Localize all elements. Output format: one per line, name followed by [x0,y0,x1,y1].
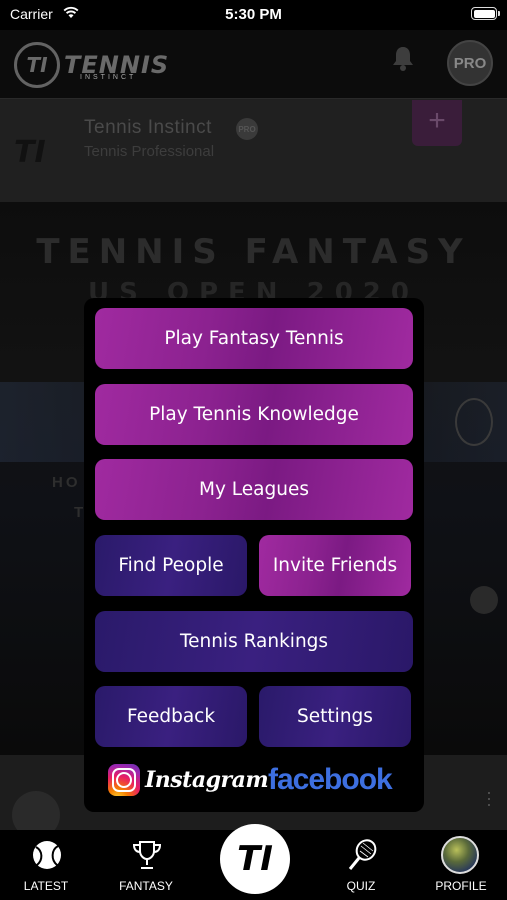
home-logo-button[interactable]: TI [220,824,290,894]
tab-latest-label: LATEST [23,879,69,893]
card-pro-badge: PRO [236,118,258,140]
play-knowledge-button[interactable]: Play Tennis Knowledge [95,384,413,445]
trophy-icon [132,841,162,869]
find-people-button[interactable]: Find People [95,535,247,596]
play-fantasy-button[interactable]: Play Fantasy Tennis [95,308,413,369]
app-logo[interactable]: TI TENNIS [14,42,169,88]
ball-image [470,586,498,614]
banner-title: TENNIS FANTASY [36,232,471,272]
racket-image [455,398,493,446]
clock: 5:30 PM [225,6,282,23]
logo-subtext: INSTINCT [80,74,137,81]
tab-bar: LATEST FANTASY TI QUIZ PROFILE [0,824,507,900]
banner-side-text: HO [52,474,81,491]
app-header: TI TENNIS INSTINCT PRO [0,30,507,98]
pro-badge-button[interactable]: PRO [447,40,493,86]
tennis-ball-icon [33,841,61,869]
tab-quiz-label: QUIZ [346,879,376,893]
settings-button[interactable]: Settings [259,686,411,747]
instagram-link[interactable]: Instagram [108,760,269,800]
tab-quiz[interactable]: QUIZ [316,830,406,900]
feedback-button[interactable]: Feedback [95,686,247,747]
my-leagues-button[interactable]: My Leagues [95,459,413,520]
more-icon[interactable]: · · · [486,783,492,813]
battery-icon [471,7,500,20]
tab-profile-label: PROFILE [435,879,487,893]
tab-fantasy[interactable]: FANTASY [101,830,191,900]
avatar [441,836,479,874]
status-bar: Carrier 5:30 PM [0,0,507,30]
instagram-label: Instagram [145,767,269,793]
tab-fantasy-label: FANTASY [119,879,173,893]
invite-friends-button[interactable]: Invite Friends [259,535,411,596]
logo-mark: TI [14,42,60,88]
tennis-rankings-button[interactable]: Tennis Rankings [95,611,413,672]
action-menu: Play Fantasy Tennis Play Tennis Knowledg… [84,298,424,812]
tab-profile[interactable]: PROFILE [416,830,506,900]
add-button[interactable]: + [412,100,462,146]
facebook-link[interactable]: facebook [268,760,393,800]
card-logo: TI [14,135,46,170]
bell-icon[interactable] [390,44,416,72]
racket-icon [348,839,377,870]
facebook-label: facebook [268,763,393,796]
card-name: Tennis Instinct [84,117,212,138]
instagram-icon [108,764,140,796]
card-role: Tennis Professional [84,143,215,160]
tab-latest[interactable]: LATEST [1,830,91,900]
